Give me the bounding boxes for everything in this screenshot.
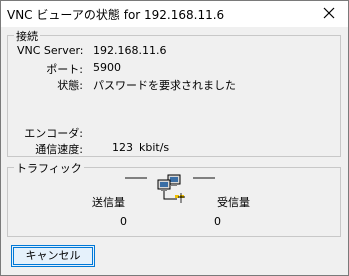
- status-value: パスワードを要求されました: [93, 79, 236, 92]
- cancel-button[interactable]: キャンセル: [11, 245, 95, 267]
- received-activity-bar: [193, 177, 215, 179]
- port-value: 5900: [93, 61, 121, 74]
- sent-label: 送信量: [92, 196, 125, 209]
- traffic-group-label: トラフィック: [14, 160, 84, 176]
- connection-group-label: 接続: [14, 28, 40, 44]
- window-title: VNC ビューアの状態 for 192.168.11.6: [7, 8, 225, 22]
- speed-value: 123: [112, 141, 133, 154]
- server-label: VNC Server:: [17, 44, 84, 57]
- received-label: 受信量: [217, 196, 250, 209]
- close-icon[interactable]: [320, 4, 338, 22]
- speed-label: 通信速度:: [35, 143, 83, 156]
- received-value: 0: [214, 215, 221, 228]
- vnc-status-window: VNC ビューアの状態 for 192.168.11.6 接続 VNC Serv…: [0, 0, 349, 276]
- port-label: ポート:: [46, 63, 83, 76]
- server-value: 192.168.11.6: [93, 44, 167, 57]
- network-computers-icon: [151, 173, 191, 205]
- encoder-label: エンコーダ:: [24, 127, 83, 140]
- sent-activity-bar: [125, 177, 147, 179]
- title-bar[interactable]: VNC ビューアの状態 for 192.168.11.6: [1, 1, 348, 27]
- speed-unit: kbit/s: [139, 141, 170, 154]
- sent-value: 0: [120, 215, 127, 228]
- status-label: 状態:: [57, 79, 83, 92]
